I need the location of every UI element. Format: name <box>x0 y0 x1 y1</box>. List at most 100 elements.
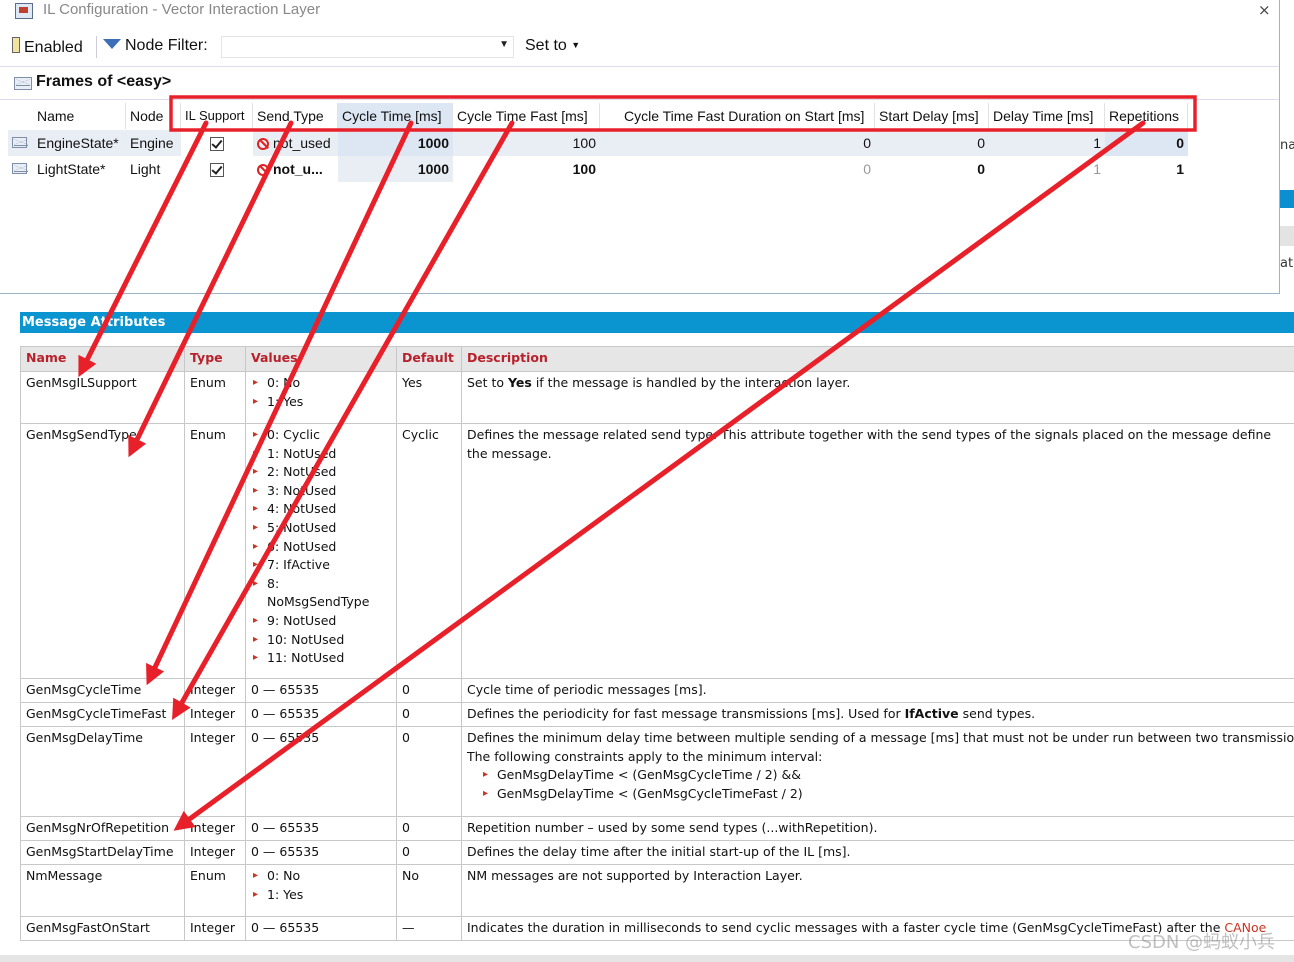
attr-description: Repetition number – used by some send ty… <box>461 816 1294 841</box>
plug-icon <box>12 37 20 53</box>
cycle-time-fast-value[interactable]: 100 <box>453 130 600 156</box>
send-type-value: not_u... <box>273 161 323 177</box>
attr-description: Defines the periodicity for fast message… <box>461 702 1294 727</box>
attr-description: Defines the message related send type. T… <box>461 423 1294 679</box>
attribute-row: GenMsgILSupport Enum 0: No 1: Yes Yes Se… <box>20 371 1294 424</box>
attr-default: Cyclic <box>396 423 462 679</box>
attr-type: Integer <box>184 816 246 841</box>
attr-description: Cycle time of periodic messages [ms]. <box>461 678 1294 703</box>
attribute-row: GenMsgCycleTime Integer 0 — 65535 0 Cycl… <box>20 678 1294 703</box>
not-used-icon <box>257 164 269 177</box>
value-item: 1: Yes <box>253 393 391 412</box>
cycle-time-value[interactable]: 1000 <box>338 130 453 156</box>
cycle-time-value[interactable]: 1000 <box>338 156 453 182</box>
value-item: 11: NotUsed <box>253 649 391 668</box>
row-icon-cell <box>8 156 33 182</box>
attr-values: 0: No 1: Yes <box>245 864 397 917</box>
value-item: 0: No <box>253 374 391 393</box>
col-header-node[interactable]: Node <box>126 103 181 129</box>
attr-range: 0 — 65535 <box>245 726 397 817</box>
col-header-send-type[interactable]: Send Type <box>253 103 338 129</box>
toolbar-separator <box>96 36 97 58</box>
frames-section-header: Frames of <easy> <box>0 66 1279 100</box>
col-header-il-support[interactable]: IL Support <box>181 103 253 129</box>
frame-node[interactable]: Engine <box>126 130 181 156</box>
send-type-cell[interactable]: not_used <box>253 130 338 156</box>
attr-default: 0 <box>396 726 462 817</box>
attribute-row: GenMsgCycleTimeFast Integer 0 — 65535 0 … <box>20 702 1294 727</box>
grid-header-row: Name Node IL Support Send Type Cycle Tim… <box>8 103 1188 129</box>
il-support-checkbox[interactable] <box>210 137 224 152</box>
chevron-down-icon: ▼ <box>571 40 581 50</box>
node-filter-label: Node Filter: <box>125 37 208 54</box>
message-envelope-icon <box>12 163 28 174</box>
set-to-menu[interactable]: Set to ▼ <box>525 37 580 55</box>
col-header-cycle-time-fast[interactable]: Cycle Time Fast [ms] <box>453 103 600 129</box>
il-support-cell[interactable] <box>181 156 253 182</box>
frame-name[interactable]: EngineState* <box>33 130 126 156</box>
clipped-text: at <box>1280 256 1294 271</box>
node-filter-combobox[interactable]: ▼ <box>221 36 514 58</box>
value-item: 7: IfActive <box>253 556 391 575</box>
fast-duration-value[interactable]: 0 <box>600 156 875 182</box>
attr-description: NM messages are not supported by Interac… <box>461 864 1294 917</box>
attr-description: Defines the minimum delay time between m… <box>461 726 1294 817</box>
attr-name: NmMessage <box>20 864 185 917</box>
attr-name: GenMsgFastOnStart <box>20 916 185 941</box>
header-type: Type <box>184 346 246 372</box>
attr-default: No <box>396 864 462 917</box>
attr-range: 0 — 65535 <box>245 678 397 703</box>
watermark: CSDN @蚂蚁小兵 <box>1128 932 1276 953</box>
attr-range: 0 — 65535 <box>245 916 397 941</box>
send-type-value: not_used <box>273 135 331 151</box>
repetitions-value[interactable]: 0 <box>1105 130 1188 156</box>
repetitions-value[interactable]: 1 <box>1105 156 1188 182</box>
header-default: Default <box>396 346 462 372</box>
col-header-fast-duration[interactable]: Cycle Time Fast Duration on Start [ms] <box>600 103 875 129</box>
window-title: IL Configuration - Vector Interaction La… <box>43 1 321 18</box>
frame-name[interactable]: LightState* <box>33 156 126 182</box>
toolbar: Enabled Node Filter: ▼ Set to ▼ <box>0 34 1279 62</box>
col-header-start-delay[interactable]: Start Delay [ms] <box>875 103 989 129</box>
desc-text: The following constraints apply to the m… <box>467 748 823 764</box>
start-delay-value[interactable]: 0 <box>875 130 989 156</box>
attribute-row: GenMsgSendType Enum 0: Cyclic 1: NotUsed… <box>20 423 1294 679</box>
start-delay-value[interactable]: 0 <box>875 156 989 182</box>
il-support-cell[interactable] <box>181 130 253 156</box>
enabled-button[interactable]: Enabled <box>12 37 83 57</box>
col-header-repetitions[interactable]: Repetitions <box>1105 103 1188 129</box>
desc-text: Set to <box>467 375 509 390</box>
attr-name: GenMsgStartDelayTime <box>20 840 185 865</box>
attr-name: GenMsgSendType <box>20 423 185 679</box>
attribute-row: GenMsgStartDelayTime Integer 0 — 65535 0… <box>20 840 1294 865</box>
attr-values: 0: No 1: Yes <box>245 371 397 424</box>
value-item: 9: NotUsed <box>253 612 391 631</box>
value-item: 1: NotUsed <box>253 445 391 464</box>
attr-default: — <box>396 916 462 941</box>
chevron-down-icon[interactable]: ▼ <box>499 39 509 50</box>
send-type-cell[interactable]: not_u... <box>253 156 338 182</box>
frame-row[interactable]: LightState* Light not_u... 1000 100 0 0 … <box>8 156 1188 182</box>
attribute-row: GenMsgNrOfRepetition Integer 0 — 65535 0… <box>20 816 1294 841</box>
col-header-cycle-time[interactable]: Cycle Time [ms] <box>338 103 453 129</box>
attr-type: Integer <box>184 702 246 727</box>
attribute-row: GenMsgFastOnStart Integer 0 — 65535 — In… <box>20 916 1294 941</box>
desc-text: if the message is handled by the interac… <box>531 375 851 390</box>
attr-default: Yes <box>396 371 462 424</box>
cycle-time-fast-value[interactable]: 100 <box>453 156 600 182</box>
fast-duration-value[interactable]: 0 <box>600 130 875 156</box>
frame-row[interactable]: EngineState* Engine not_used 1000 100 0 … <box>8 130 1188 156</box>
close-icon[interactable]: × <box>1258 1 1271 19</box>
delay-time-value[interactable]: 1 <box>989 130 1105 156</box>
il-support-checkbox[interactable] <box>210 163 224 178</box>
il-config-window: IL Configuration - Vector Interaction La… <box>0 0 1280 294</box>
header-name: Name <box>20 346 185 372</box>
delay-time-value[interactable]: 1 <box>989 156 1105 182</box>
message-attributes-doc: Message Attributes Name Type Values Defa… <box>20 312 1294 962</box>
frame-node[interactable]: Light <box>126 156 181 182</box>
attr-type: Enum <box>184 423 246 679</box>
col-header-name[interactable]: Name <box>33 103 126 129</box>
attr-name: GenMsgCycleTime <box>20 678 185 703</box>
header-values: Values <box>245 346 397 372</box>
col-header-delay-time[interactable]: Delay Time [ms] <box>989 103 1105 129</box>
